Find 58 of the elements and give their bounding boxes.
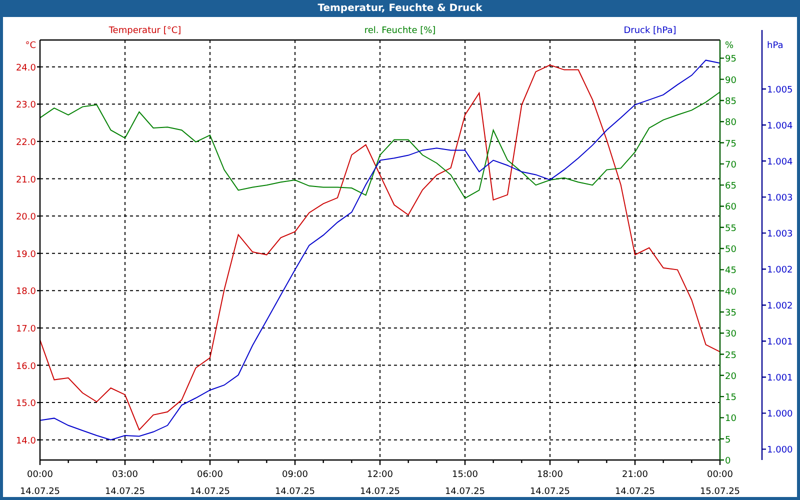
axis-tick-label: 65	[725, 182, 736, 192]
axis-tick-label: 15.0	[16, 399, 36, 410]
series-label: rel. Feuchte [%]	[364, 26, 436, 36]
axis-tick-label: 20	[725, 372, 736, 382]
x-tick-label: 00:00 15.07.25	[700, 470, 740, 497]
axis-unit: °C	[25, 41, 36, 51]
x-tick-label: 21:00 14.07.25	[614, 470, 656, 497]
axis-tick-label: 70	[725, 160, 736, 170]
axis-tick-label: 75	[725, 139, 736, 150]
axis-tick-label: 50	[725, 245, 736, 256]
x-tick-label: 00:00 14.07.25	[20, 470, 60, 497]
axis-tick-label: 1.005	[767, 86, 793, 96]
axis-tick-label: 45	[725, 266, 736, 276]
axis-tick-label: 55	[725, 224, 736, 234]
axis-tick-label: 1.001	[767, 374, 793, 384]
axis-tick-label: 15	[725, 393, 736, 404]
axis-unit: %	[725, 41, 734, 51]
axis-tick-label: 60	[725, 202, 736, 213]
axis-tick-label: 17.0	[16, 324, 36, 334]
axis-tick-label: 35	[725, 308, 736, 318]
axis-tick-label: 18.0	[16, 287, 36, 298]
axis-tick-label: 1.003	[767, 194, 793, 204]
axis-tick-label: 5	[725, 435, 731, 446]
axis-tick-label: 95	[725, 54, 736, 65]
x-tick-label: 06:00 14.07.25	[190, 470, 230, 497]
axis-tick-label: 0	[725, 456, 731, 466]
window-title: Temperatur, Feuchte & Druck	[316, 2, 484, 16]
axis-tick-label: 14.0	[16, 436, 36, 446]
axis-tick-label: 1.002	[767, 266, 793, 276]
axis-tick-label: 90	[725, 76, 736, 86]
x-tick-label: 03:00 14.07.25	[104, 470, 146, 497]
axis-tick-label: 40	[725, 287, 736, 298]
axis-tick-label: 1.001	[767, 338, 793, 348]
axis-tick-label: 1.004	[767, 122, 793, 132]
axis-tick-label: 22.0	[16, 138, 36, 148]
axis-tick-label: 23.0	[16, 100, 36, 111]
axis-tick-label: 1.000	[767, 410, 793, 420]
x-tick-label: 18:00 14.07.25	[530, 470, 570, 497]
axis-tick-label: 1.003	[767, 230, 793, 240]
axis-tick-label: 21.0	[16, 175, 36, 186]
axis-tick-label: 1.000	[767, 446, 793, 456]
axis-tick-label: 30	[725, 330, 736, 340]
x-tick-label: 12:00 14.07.25	[360, 470, 400, 497]
axis-tick-label: 85	[725, 96, 736, 107]
axis-tick-label: 16.0	[16, 362, 36, 372]
axis-tick-label: 80	[725, 118, 736, 128]
axis-tick-label: 10	[725, 414, 736, 424]
series-label: Druck [hPa]	[624, 26, 676, 36]
axis-unit: hPa	[767, 41, 784, 51]
axis-tick-label: 1.004	[767, 158, 793, 168]
axis-tick-label: 19.0	[16, 250, 36, 260]
axis-tick-label: 25	[725, 350, 736, 361]
series-label: Temperatur [°C]	[108, 26, 182, 36]
axis-tick-label: 1.002	[767, 302, 793, 312]
axis-tick-label: 20.0	[16, 212, 36, 223]
x-tick-label: 15:00 14.07.25	[444, 470, 486, 497]
axis-tick-label: 24.0	[16, 63, 36, 74]
x-tick-label: 09:00 14.07.25	[274, 470, 316, 497]
